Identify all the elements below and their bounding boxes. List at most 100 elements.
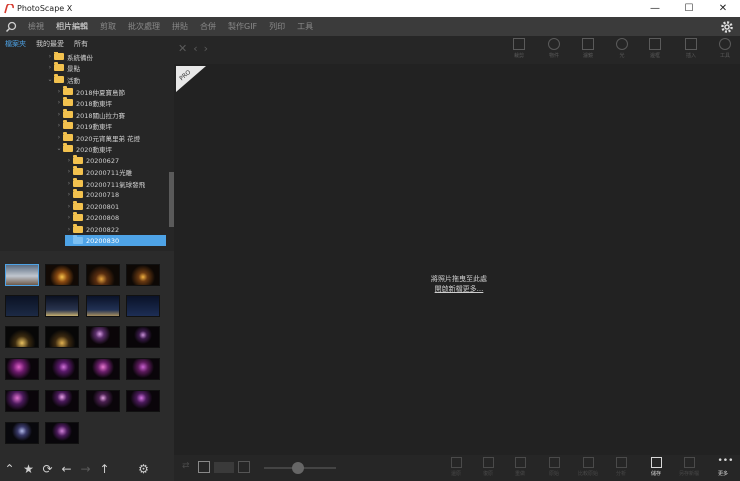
chevron-right-icon[interactable]: › [46, 64, 54, 71]
thumbnail[interactable] [86, 358, 120, 380]
insert-tool[interactable]: 插入 [677, 38, 705, 62]
analyze-button[interactable]: 分析 [605, 457, 637, 479]
frame-tool[interactable]: 邊框 [641, 38, 669, 62]
subtab-all[interactable]: 所有 [69, 39, 93, 49]
light-tool[interactable]: 光 [608, 38, 636, 62]
thumbnail[interactable] [126, 326, 160, 348]
back-arrow-icon[interactable]: ← [57, 456, 76, 481]
up-folder-icon[interactable]: ↑ [95, 456, 114, 481]
tree-item[interactable]: › 2019動東坪 [55, 120, 174, 131]
previous-image-icon[interactable]: ‹ [193, 42, 197, 55]
maximize-button[interactable]: ☐ [672, 0, 706, 17]
forward-arrow-icon[interactable]: → [76, 456, 95, 481]
thumbnail[interactable] [5, 390, 39, 412]
close-image-icon[interactable]: ✕ [178, 42, 187, 55]
thumbnail[interactable] [126, 358, 160, 380]
chevron-right-icon[interactable]: › [55, 99, 63, 106]
chevron-right-icon[interactable]: › [55, 122, 63, 129]
original-button[interactable]: 原始 [538, 457, 570, 479]
thumbnail[interactable] [45, 390, 79, 412]
tree-item[interactable]: › 20200822 [65, 224, 174, 235]
minimize-button[interactable]: — [638, 0, 672, 17]
undo-button[interactable]: 復原 [472, 457, 504, 479]
chevron-right-icon[interactable]: › [65, 226, 73, 233]
tab-tools[interactable]: 工具 [291, 17, 319, 36]
thumbnail[interactable] [86, 295, 120, 317]
thumbnail[interactable] [45, 295, 79, 317]
more-button[interactable]: ••• 更多 [707, 457, 739, 479]
thumbnail[interactable] [5, 422, 39, 444]
tab-print[interactable]: 列印 [263, 17, 291, 36]
object-tool[interactable]: 物件 [540, 38, 568, 62]
tree-item[interactable]: › 20200718 [65, 189, 174, 200]
thumbnail[interactable] [86, 326, 120, 348]
compare-toggle[interactable] [198, 461, 210, 473]
chevron-down-icon[interactable]: ⌄ [55, 145, 63, 152]
chevron-right-icon[interactable]: › [65, 214, 73, 221]
image-canvas[interactable]: PRO 將照片拖曳至此處 開啟新檔更多... [174, 64, 740, 455]
thumbnail[interactable] [5, 264, 39, 286]
tree-item[interactable]: ⌄ 2020動東坪 [55, 143, 174, 154]
open-more-link[interactable]: 開啟新檔更多... [414, 284, 504, 294]
thumbnail[interactable] [45, 326, 79, 348]
tab-cut-out[interactable]: 剪取 [94, 17, 122, 36]
chevron-right-icon[interactable]: › [65, 168, 73, 175]
tab-combine[interactable]: 合併 [194, 17, 222, 36]
tree-item[interactable]: › 景點 [46, 62, 174, 73]
zoom-slider[interactable] [264, 462, 336, 474]
chevron-down-icon[interactable]: ⌄ [46, 76, 54, 83]
zoom-slider-knob[interactable] [292, 462, 304, 474]
tab-batch[interactable]: 批次處理 [122, 17, 166, 36]
tree-item[interactable]: › 20200711光雕 [65, 166, 174, 177]
thumbnail[interactable] [5, 295, 39, 317]
tree-item[interactable]: › 系統備份 [46, 52, 174, 62]
thumbnail[interactable] [45, 264, 79, 286]
thumbnail[interactable] [5, 358, 39, 380]
chevron-right-icon[interactable]: › [55, 88, 63, 95]
thumbnail[interactable] [126, 390, 160, 412]
browser-settings-gear-icon[interactable]: ⚙ [134, 456, 153, 481]
save-as-button[interactable]: 另存新檔 [673, 457, 705, 479]
chevron-right-icon[interactable]: › [55, 134, 63, 141]
tree-item[interactable]: › 20200711氣球發飛 [65, 178, 174, 189]
chevron-right-icon[interactable]: › [65, 203, 73, 210]
tree-item[interactable]: › 20200801 [65, 201, 174, 212]
fit-icon[interactable]: ⇄ [182, 461, 194, 473]
compare-original-button[interactable]: 比較原始 [572, 457, 604, 479]
chevron-right-icon[interactable]: › [65, 180, 73, 187]
refresh-icon[interactable]: ⟳ [38, 456, 57, 481]
tree-item[interactable]: › 2018動東坪 [55, 97, 174, 108]
thumbnail[interactable] [86, 264, 120, 286]
zoom-reset-icon[interactable] [238, 461, 250, 473]
filter-tool[interactable]: 濾鏡 [574, 38, 602, 62]
thumbnail[interactable] [45, 358, 79, 380]
subtab-favorites[interactable]: 我的最愛 [31, 39, 69, 49]
thumbnail[interactable] [86, 390, 120, 412]
revert-button[interactable]: 還原 [440, 457, 472, 479]
chevron-right-icon[interactable]: › [46, 53, 54, 60]
thumbnail[interactable] [126, 264, 160, 286]
thumbnail[interactable] [45, 422, 79, 444]
tree-item[interactable]: ⌄ 活動 [46, 74, 174, 85]
tree-item[interactable]: › 2020元宵萬里弟 花燈 [55, 132, 174, 143]
chevron-right-icon[interactable]: › [65, 191, 73, 198]
redo-button[interactable]: 重做 [504, 457, 536, 479]
chevron-right-icon[interactable]: › [55, 111, 63, 118]
thumbnail[interactable] [126, 295, 160, 317]
tree-item[interactable]: › 20200808 [65, 212, 174, 223]
chevron-right-icon[interactable]: › [65, 157, 73, 164]
tools-tool[interactable]: 工具 [711, 38, 739, 62]
next-image-icon[interactable]: › [204, 42, 208, 55]
crop-tool[interactable]: 裁剪 [505, 38, 533, 62]
favorite-star-icon[interactable]: ★ [19, 456, 38, 481]
tree-item[interactable]: › 20200627 [65, 155, 174, 166]
tab-editor[interactable]: 相片編輯 [50, 17, 94, 36]
close-button[interactable]: ✕ [706, 0, 740, 17]
tree-item[interactable]: › 2018關山拉力賽 [55, 109, 174, 120]
search-icon[interactable] [0, 17, 22, 36]
tab-collage[interactable]: 拼貼 [166, 17, 194, 36]
tree-item-selected[interactable]: 20200830 [65, 235, 166, 246]
tree-item[interactable]: › 2018仲夏寶島節 [55, 86, 174, 97]
save-button[interactable]: 儲存 [640, 457, 672, 479]
tab-viewer[interactable]: 檢視 [22, 17, 50, 36]
